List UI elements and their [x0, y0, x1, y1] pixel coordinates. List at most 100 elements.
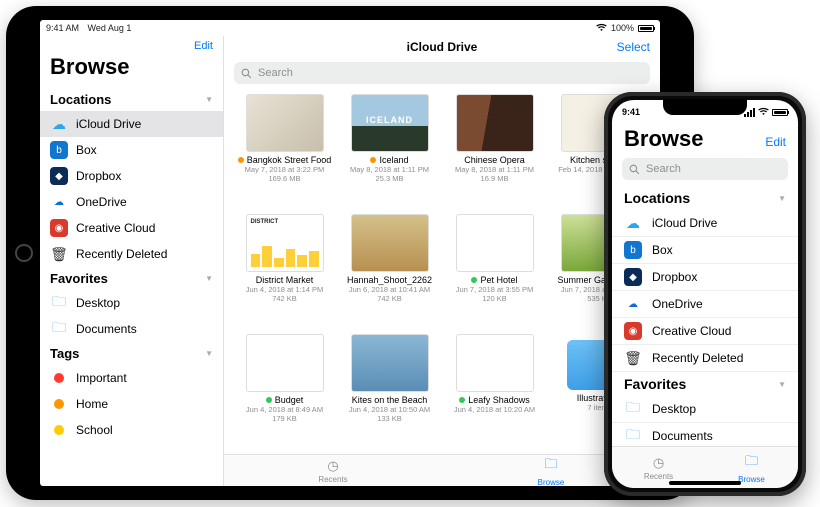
tag-dot-icon [459, 397, 465, 403]
sidebar-item-label: Important [76, 371, 127, 385]
page-title: Browse [624, 126, 765, 152]
sidebar-item-recently-deleted[interactable]: 🗑 Recently Deleted [40, 241, 223, 267]
tag-dot-icon [54, 425, 64, 435]
search-input[interactable] [234, 62, 650, 84]
row-label: OneDrive [652, 297, 703, 311]
select-button[interactable]: Select [617, 40, 650, 54]
row-box[interactable]: b Box [612, 237, 798, 264]
home-button[interactable] [15, 244, 33, 262]
sidebar-item-onedrive[interactable]: ☁ OneDrive [40, 189, 223, 215]
file-meta: May 8, 2018 at 1:11 PM [446, 165, 543, 174]
section-label: Tags [50, 346, 79, 361]
search-input[interactable] [622, 158, 788, 180]
sidebar-item-desktop[interactable]: 🗀 Desktop [40, 290, 223, 316]
sidebar-item-creative-cloud[interactable]: ◉ Creative Cloud [40, 215, 223, 241]
section-favorites[interactable]: Favorites ▼ [612, 372, 798, 396]
file-name: Chinese Opera [464, 155, 525, 165]
file-item[interactable]: BudgetJun 4, 2018 at 8:49 AM179 KB [236, 334, 333, 448]
tag-dot-icon [266, 397, 272, 403]
onedrive-icon: ☁ [624, 295, 642, 313]
dropbox-icon: ◆ [624, 268, 642, 286]
file-item[interactable]: Kites on the BeachJun 4, 2018 at 10:50 A… [341, 334, 438, 448]
onedrive-icon: ☁ [50, 193, 68, 211]
file-size: 742 KB [236, 294, 333, 303]
edit-button[interactable]: Edit [765, 135, 786, 152]
sidebar-item-dropbox[interactable]: ◆ Dropbox [40, 163, 223, 189]
folder-icon: 🗀 [745, 452, 758, 474]
row-label: Creative Cloud [652, 324, 731, 338]
section-tags[interactable]: Tags ▼ [40, 342, 223, 365]
row-dropbox[interactable]: ◆ Dropbox [612, 264, 798, 291]
file-item[interactable]: Pet HotelJun 7, 2018 at 3:55 PM120 KB [446, 214, 543, 328]
tab-label: Recents [318, 475, 347, 484]
file-size: 16.9 MB [446, 174, 543, 183]
file-item[interactable]: Hannah_Shoot_2262Jun 6, 2018 at 10:41 AM… [341, 214, 438, 328]
sidebar-tag-home[interactable]: Home [40, 391, 223, 417]
sidebar-item-box[interactable]: b Box [40, 137, 223, 163]
file-item[interactable]: Chinese OperaMay 8, 2018 at 1:11 PM16.9 … [446, 94, 543, 208]
iphone-screen: 9:41 Browse Edit Locations ▼ [612, 100, 798, 488]
creative-cloud-icon: ◉ [50, 219, 68, 237]
row-documents[interactable]: 🗀 Documents [612, 423, 798, 446]
battery-icon [772, 109, 788, 116]
sidebar-item-label: Dropbox [76, 169, 121, 183]
file-meta: Jun 7, 2018 at 3:55 PM [446, 285, 543, 294]
tag-dot-icon [54, 399, 64, 409]
file-meta: Jun 6, 2018 at 10:41 AM [341, 285, 438, 294]
sidebar-item-label: Recently Deleted [76, 247, 167, 261]
file-name: Pet Hotel [471, 275, 517, 285]
file-name: Leafy Shadows [459, 395, 530, 405]
row-icloud-drive[interactable]: ☁ iCloud Drive [612, 210, 798, 237]
battery-icon [638, 25, 654, 32]
sidebar-tag-school[interactable]: School [40, 417, 223, 443]
file-size: 169.6 MB [236, 174, 333, 183]
dropbox-icon: ◆ [50, 167, 68, 185]
file-item[interactable]: ICELANDIcelandMay 8, 2018 at 1:11 PM25.3… [341, 94, 438, 208]
ipad-device: 9:41 AM Wed Aug 1 100% Edit Browse Locat… [6, 6, 694, 500]
sidebar-tag-important[interactable]: Important [40, 365, 223, 391]
file-name: Kites on the Beach [352, 395, 428, 405]
row-onedrive[interactable]: ☁ OneDrive [612, 291, 798, 318]
section-favorites[interactable]: Favorites ▼ [40, 267, 223, 290]
content-title: iCloud Drive [224, 36, 660, 54]
section-label: Locations [50, 92, 111, 107]
sidebar-title: Browse [40, 52, 223, 88]
sidebar-item-documents[interactable]: 🗀 Documents [40, 316, 223, 342]
file-item[interactable]: DISTRICTDistrict MarketJun 4, 2018 at 1:… [236, 214, 333, 328]
file-meta: May 8, 2018 at 1:11 PM [341, 165, 438, 174]
folder-icon: 🗀 [624, 400, 642, 418]
section-locations[interactable]: Locations ▼ [612, 186, 798, 210]
file-item[interactable]: Bangkok Street FoodMay 7, 2018 at 3:22 P… [236, 94, 333, 208]
row-desktop[interactable]: 🗀 Desktop [612, 396, 798, 423]
sidebar-item-label: Desktop [76, 296, 120, 310]
file-name: Bangkok Street Food [238, 155, 332, 165]
row-creative-cloud[interactable]: ◉ Creative Cloud [612, 318, 798, 345]
file-thumbnail [246, 334, 324, 392]
creative-cloud-icon: ◉ [624, 322, 642, 340]
home-indicator[interactable] [669, 481, 741, 485]
file-meta: Jun 4, 2018 at 10:20 AM [446, 405, 543, 414]
file-item[interactable]: Leafy ShadowsJun 4, 2018 at 10:20 AM [446, 334, 543, 448]
file-size: 179 KB [236, 414, 333, 423]
chevron-down-icon: ▼ [205, 95, 213, 104]
file-grid: Bangkok Street FoodMay 7, 2018 at 3:22 P… [224, 88, 660, 454]
section-locations[interactable]: Locations ▼ [40, 88, 223, 111]
notch [663, 99, 747, 115]
folder-icon: 🗀 [624, 427, 642, 445]
row-label: Documents [652, 429, 713, 443]
folder-icon: 🗀 [50, 294, 68, 312]
sidebar-item-label: Home [76, 397, 108, 411]
file-name: District Market [256, 275, 314, 285]
battery-percent: 100% [611, 23, 634, 33]
sidebar-item-icloud-drive[interactable]: ☁ iCloud Drive [40, 111, 223, 137]
file-meta: Jun 4, 2018 at 8:49 AM [236, 405, 333, 414]
sidebar-item-label: Documents [76, 322, 137, 336]
file-size: 25.3 MB [341, 174, 438, 183]
sidebar-item-label: School [76, 423, 113, 437]
file-thumbnail: ICELAND [351, 94, 429, 152]
tab-recents[interactable]: ◷ Recents [224, 455, 442, 486]
section-label: Locations [624, 190, 690, 206]
file-size: 120 KB [446, 294, 543, 303]
row-recently-deleted[interactable]: 🗑 Recently Deleted [612, 345, 798, 372]
edit-button[interactable]: Edit [40, 36, 223, 52]
